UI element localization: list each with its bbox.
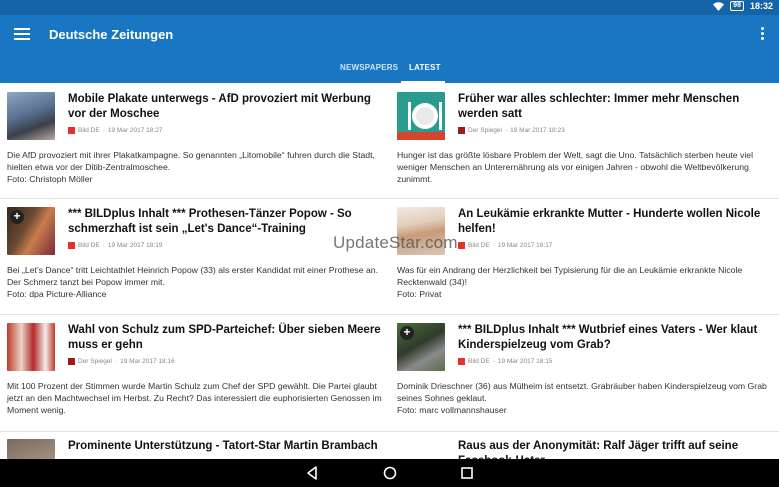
article-date: 19 Mar 2017 18:17 <box>497 242 553 249</box>
article-meta: Bild DE · 19 Mar 2017 18:17 <box>458 242 552 249</box>
article-headline: *** BILDplus Inhalt *** Wutbrief eines V… <box>458 324 758 351</box>
article-description: Was für ein Andrang der Herzlichkeit bei… <box>397 264 775 300</box>
wifi-icon <box>713 1 725 11</box>
article-source: Bild DE <box>468 242 490 249</box>
watermark: UpdateStar.com <box>333 233 458 252</box>
hamburger-menu-icon[interactable] <box>14 28 30 42</box>
article-meta: Der Spiegel · 19 Mar 2017 18:23 <box>458 127 565 134</box>
tab-bar: NEWSPAPERS LATEST <box>0 59 779 83</box>
article-meta: Der Spiegel · 19 Mar 2017 18:16 <box>68 358 175 365</box>
article-caption: Foto: marc vollmannshauser <box>397 405 507 415</box>
article-headline: Raus aus der Anonymität: Ralf Jäger trif… <box>458 440 739 459</box>
article-date: 19 Mar 2017 18:27 <box>107 127 163 134</box>
bild-logo-icon <box>458 242 465 249</box>
article-headline: Mobile Plakate unterwegs - AfD provozier… <box>68 93 371 120</box>
article-card[interactable]: + *** BILDplus Inhalt *** Wutbrief eines… <box>397 323 775 431</box>
article-description: Dominik Drieschner (36) aus Mülheim ist … <box>397 380 775 416</box>
bild-logo-icon <box>458 358 465 365</box>
article-meta: Bild DE · 19 Mar 2017 18:15 <box>458 358 552 365</box>
article-caption: Foto: dpa Picture-Alliance <box>7 289 107 299</box>
article-source: Der Spiegel <box>78 358 112 365</box>
article-list[interactable]: Mobile Plakate unterwegs - AfD provozier… <box>0 83 779 459</box>
article-description: Mit 100 Prozent der Stimmen wurde Martin… <box>7 381 382 415</box>
article-headline: Wahl von Schulz zum SPD-Parteichef: Über… <box>68 324 381 351</box>
row-divider <box>0 314 779 315</box>
battery-indicator: 98 <box>730 1 744 11</box>
article-date: 19 Mar 2017 18:23 <box>510 127 565 134</box>
article-date: 19 Mar 2017 18:19 <box>107 242 163 249</box>
article-source: Bild DE <box>78 242 100 249</box>
bild-logo-icon <box>68 127 75 134</box>
status-bar: 98 18:32 <box>0 0 779 15</box>
article-source: Der Spiegel <box>468 127 502 134</box>
article-description: Hunger ist das größte lösbare Problem de… <box>397 150 754 184</box>
article-source: Bild DE <box>78 127 100 134</box>
article-caption: Foto: Christoph Möller <box>7 174 93 184</box>
row-divider <box>0 431 779 432</box>
bildplus-icon: + <box>400 326 414 340</box>
article-headline: Prominente Unterstützung - Tatort-Star M… <box>68 440 378 452</box>
row-divider <box>0 198 779 199</box>
article-thumbnail <box>7 439 55 459</box>
bildplus-icon: + <box>10 210 24 224</box>
article-headline: Früher war alles schlechter: Immer mehr … <box>458 93 740 120</box>
tab-latest[interactable]: LATEST <box>409 63 441 72</box>
status-time: 18:32 <box>749 1 773 11</box>
article-card[interactable]: + *** BILDplus Inhalt *** Prothesen-Tänz… <box>7 207 385 315</box>
article-date: 19 Mar 2017 18:16 <box>120 358 175 365</box>
bild-logo-icon <box>68 242 75 249</box>
app-title: Deutsche Zeitungen <box>49 27 174 42</box>
tab-newspapers[interactable]: NEWSPAPERS <box>340 63 398 72</box>
article-card[interactable]: Früher war alles schlechter: Immer mehr … <box>397 92 775 200</box>
back-icon[interactable] <box>305 466 319 480</box>
article-date: 19 Mar 2017 18:15 <box>497 358 553 365</box>
article-card[interactable]: Prominente Unterstützung - Tatort-Star M… <box>7 439 385 459</box>
app-bar: Deutsche Zeitungen NEWSPAPERS LATEST <box>0 15 779 83</box>
spiegel-logo-icon <box>458 127 465 134</box>
article-meta: Bild DE · 19 Mar 2017 18:19 <box>68 242 162 249</box>
article-card[interactable]: An Leukämie erkrankte Mutter - Hunderte … <box>397 207 775 315</box>
system-nav-bar <box>0 459 779 487</box>
article-thumbnail: + <box>397 323 445 371</box>
spiegel-logo-icon <box>68 358 75 365</box>
article-card[interactable]: Mobile Plakate unterwegs - AfD provozier… <box>7 92 385 200</box>
article-thumbnail <box>397 92 445 140</box>
article-card[interactable]: Wahl von Schulz zum SPD-Parteichef: Über… <box>7 323 385 431</box>
article-source: Bild DE <box>468 358 490 365</box>
article-description: Die AfD provoziert mit ihrer Plakatkampa… <box>7 149 385 185</box>
article-meta: Bild DE · 19 Mar 2017 18:27 <box>68 127 162 134</box>
article-thumbnail: + <box>7 207 55 255</box>
overflow-menu-icon[interactable] <box>761 27 765 41</box>
home-icon[interactable] <box>383 466 397 480</box>
recents-icon[interactable] <box>460 466 474 480</box>
article-description: Bei „Let's Dance“ tritt Leichtathlet Hei… <box>7 264 385 300</box>
article-card[interactable]: Raus aus der Anonymität: Ralf Jäger trif… <box>397 439 775 459</box>
article-thumbnail <box>7 92 55 140</box>
article-thumbnail <box>7 323 55 371</box>
article-caption: Foto: Privat <box>397 289 442 299</box>
article-headline: An Leukämie erkrankte Mutter - Hunderte … <box>458 208 761 235</box>
